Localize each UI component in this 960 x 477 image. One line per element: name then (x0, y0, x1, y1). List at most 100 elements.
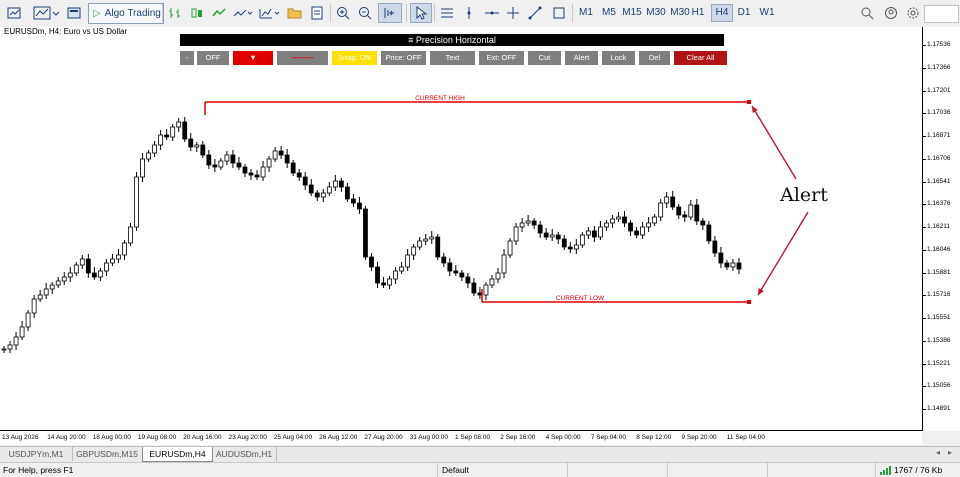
bear-candle (230, 154, 236, 164)
timeframe-m5[interactable]: M5 (599, 4, 619, 22)
status-connection[interactable]: 1767 / 76 Kb (875, 463, 960, 477)
bear-candle (206, 154, 212, 166)
zoom-out-icon[interactable] (356, 3, 374, 23)
account-icon[interactable] (882, 3, 900, 23)
timeframe-m1[interactable]: M1 (576, 4, 596, 22)
bull-candle (55, 280, 61, 286)
bear-candle (236, 162, 242, 168)
panel-del-button[interactable]: Del (639, 51, 670, 65)
panel-ext-button[interactable]: Ext: OFF (479, 51, 524, 65)
zoom-chart-icon[interactable] (232, 3, 254, 23)
new-chart-icon[interactable] (4, 3, 26, 23)
search-icon[interactable] (858, 3, 876, 23)
cursor-icon[interactable] (410, 3, 432, 23)
document-icon[interactable] (308, 3, 326, 23)
trendline-icon[interactable] (526, 3, 544, 23)
shapes-icon[interactable] (550, 3, 568, 23)
price-label: 1.15221 (927, 359, 951, 367)
candlestick-icon[interactable] (188, 3, 206, 23)
bull-candle (7, 344, 13, 350)
panel-clear-all-button[interactable]: Clear All (674, 51, 727, 65)
line-end-handle[interactable] (747, 300, 751, 304)
bear-candle (182, 121, 188, 140)
chart-symbol-title: EURUSDm, H4: Euro vs US Dollar (4, 27, 128, 36)
alert-arrow-low[interactable] (757, 211, 809, 296)
price-chart[interactable]: CURRENT HIGH CURRENT LOW Alert (0, 27, 923, 431)
bear-candle (555, 234, 561, 240)
bear-candle (278, 150, 284, 156)
time-label: 26 Aug 12:00 (319, 434, 358, 441)
status-profile[interactable]: Default (437, 463, 572, 477)
timeframe-h4[interactable]: H4 (711, 4, 733, 22)
bull-candle (158, 134, 164, 146)
time-label: 23 Aug 20:00 (228, 434, 267, 441)
folder-icon[interactable] (286, 3, 304, 23)
fibo-lines-icon[interactable] (438, 3, 456, 23)
timeframe-w1[interactable]: W1 (757, 4, 777, 22)
bull-candle (224, 154, 230, 162)
panel-price-button[interactable]: Price: OFF (381, 51, 426, 65)
time-label: 8 Sep 12:00 (636, 434, 672, 441)
panel-lock-button[interactable]: Lock (602, 51, 635, 65)
panel-alert-button[interactable]: Alert (565, 51, 598, 65)
bar-chart-icon[interactable] (166, 3, 184, 23)
bear-candle (200, 144, 206, 156)
bull-candle (411, 246, 417, 256)
tab-scroll-right-icon[interactable]: ▸ (948, 448, 952, 457)
crosshair-icon[interactable] (504, 3, 522, 23)
panel-text-button[interactable]: Text (430, 51, 475, 65)
tab-usdjpym-m1[interactable]: USDJPYm,M1 (0, 447, 73, 461)
indicators-icon[interactable] (258, 3, 282, 23)
bear-candle (85, 258, 91, 274)
timeframe-m15[interactable]: M15 (622, 4, 642, 22)
panel-off-button[interactable]: OFF (197, 51, 229, 65)
tab-audusdm-h1[interactable]: AUDUSDm,H1 (212, 447, 277, 461)
tab-eurusdm-h4[interactable]: EURUSDm,H4 (142, 447, 213, 462)
bull-candle (730, 262, 736, 268)
zoom-in-icon[interactable] (334, 3, 352, 23)
search-input[interactable] (924, 5, 959, 23)
line-end-handle[interactable] (747, 100, 751, 104)
bull-candle (122, 242, 127, 256)
time-label: 9 Sep 20:00 (681, 434, 717, 441)
bear-candle (363, 208, 368, 258)
vertical-line-icon[interactable] (460, 3, 478, 23)
autoscroll-icon[interactable] (378, 3, 402, 23)
price-label: 1.15551 (927, 314, 951, 321)
time-axis[interactable]: 13 Aug 2026 14 Aug 20:00 18 Aug 00:00 19 Au… (0, 431, 922, 445)
timeframe-d1[interactable]: D1 (734, 4, 754, 22)
price-tick (923, 158, 926, 160)
precision-panel-title[interactable]: ≡ Precision Horizontal (180, 34, 724, 46)
bull-candle (128, 226, 133, 244)
tab-gbpusdm-m15[interactable]: GBPUSDm,M15 (72, 447, 143, 461)
bear-candle (706, 224, 712, 242)
price-tick (923, 90, 926, 92)
price-label: 1.17536 (927, 41, 951, 48)
panel-cut-button[interactable]: Cut (528, 51, 561, 65)
bear-candle (567, 246, 573, 250)
panel-minimize-button[interactable]: - (180, 51, 194, 65)
bear-candle (375, 266, 380, 284)
chart-type-icon[interactable] (32, 3, 60, 23)
algo-trading-button[interactable]: ▷ Algo Trading (88, 3, 164, 24)
alert-arrow-high[interactable] (751, 105, 797, 180)
panel-snap-button[interactable]: Snap: ON (332, 51, 377, 65)
price-label: 1.15881 (927, 268, 951, 276)
time-label: 2 Sep 16:00 (500, 434, 536, 441)
price-label: 1.15056 (927, 382, 951, 390)
price-tick (923, 386, 926, 388)
price-tick (923, 45, 926, 46)
panel-line-style-button[interactable]: ——— (277, 51, 328, 65)
timeframe-h1[interactable]: H1 (688, 4, 708, 22)
price-axis[interactable]: 1.17536 1.17366 1.17201 1.17036 1.16871 1.167… (923, 27, 960, 431)
price-tick (923, 136, 926, 137)
templates-icon[interactable] (64, 3, 84, 23)
settings-icon[interactable] (904, 3, 922, 23)
panel-direction-button[interactable]: ▼ (233, 51, 273, 65)
timeframe-m30[interactable]: M30 (645, 4, 667, 22)
horizontal-line-icon[interactable] (482, 3, 502, 23)
line-chart-icon[interactable] (210, 3, 228, 23)
bull-candle (598, 226, 603, 238)
bull-candle (688, 204, 694, 218)
tab-scroll-left-icon[interactable]: ◂ (936, 448, 940, 457)
